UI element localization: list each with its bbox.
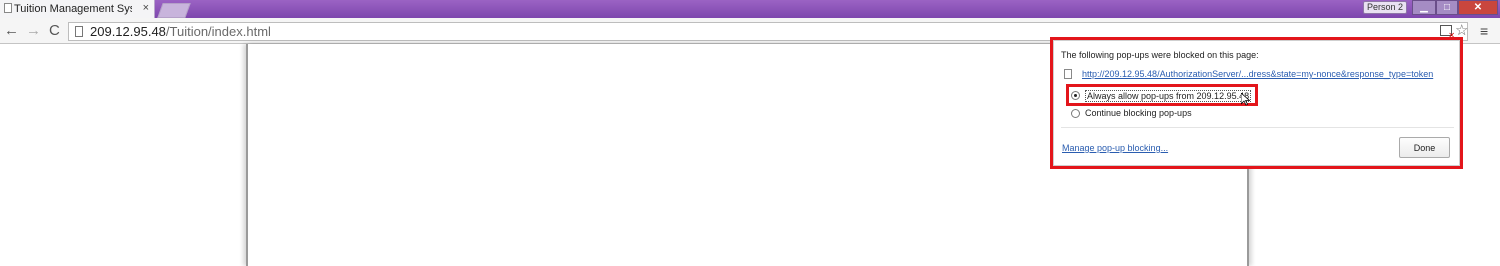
menu-icon[interactable]: ≡ [1480, 23, 1488, 39]
reload-icon[interactable]: C [49, 22, 60, 39]
tab-close-icon[interactable]: × [143, 2, 149, 14]
mouse-cursor-icon [1240, 92, 1251, 109]
profile-button[interactable]: Person 2 [1363, 1, 1407, 14]
maximize-button[interactable]: □ [1436, 0, 1458, 15]
url-path: /Tuition/index.html [165, 24, 271, 39]
blocked-popup-link[interactable]: http://209.12.95.48/AuthorizationServer/… [1082, 69, 1433, 79]
page-icon [4, 3, 12, 13]
popup-blocked-bubble: The following pop-ups were blocked on th… [1053, 40, 1460, 166]
close-window-button[interactable]: ✕ [1458, 0, 1498, 15]
allow-popups-radio[interactable] [1071, 91, 1080, 100]
continue-blocking-radio[interactable] [1071, 109, 1080, 118]
continue-blocking-label[interactable]: Continue blocking pop-ups [1085, 108, 1192, 118]
allow-popups-label[interactable]: Always allow pop-ups from 209.12.95.48 [1085, 90, 1252, 102]
divider [1061, 127, 1454, 128]
browser-tab[interactable]: Tuition Management Syst × [0, 0, 155, 18]
minimize-button[interactable]: ▁ [1412, 0, 1436, 15]
title-bar: Tuition Management Syst × Person 2 ▁ □ ✕ [0, 0, 1500, 18]
tab-title: Tuition Management Syst [14, 3, 132, 15]
page-icon [75, 26, 83, 37]
new-tab-button[interactable] [157, 3, 191, 18]
url-text: 209.12.95.48/Tuition/index.html [90, 24, 271, 39]
page-icon [1064, 69, 1072, 79]
popup-blocked-icon[interactable] [1440, 25, 1455, 40]
manage-popup-blocking-link[interactable]: Manage pop-up blocking... [1062, 143, 1168, 153]
back-arrow-icon[interactable]: ← [4, 22, 19, 39]
bubble-heading: The following pop-ups were blocked on th… [1061, 50, 1259, 60]
url-host: 209.12.95.48 [90, 24, 166, 39]
done-button[interactable]: Done [1399, 137, 1450, 158]
forward-arrow-icon[interactable]: → [26, 22, 41, 39]
